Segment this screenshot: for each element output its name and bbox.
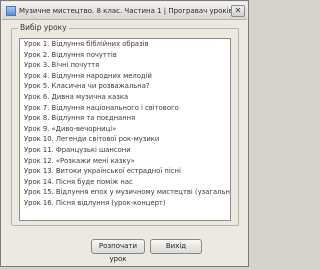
list-item[interactable]: Урок 3. Вічні почуття	[20, 60, 230, 71]
list-item[interactable]: Урок 10. Легенди світової рок-музики	[20, 134, 230, 145]
close-icon[interactable]: ✕	[231, 4, 245, 17]
list-item[interactable]: Урок 16. Пісня відлуння (урок-концерт)	[20, 198, 230, 209]
list-item[interactable]: Урок 14. Пісня буде поміж нас	[20, 177, 230, 188]
list-item[interactable]: Урок 1. Відлуння біблійних образів	[20, 39, 230, 50]
list-item[interactable]: Урок 9. «Диво-вечорниці»	[20, 124, 230, 135]
list-item[interactable]: Урок 7. Відлуння національного і світово…	[20, 103, 230, 114]
list-item[interactable]: Урок 12. «Розкажи мені казку»	[20, 156, 230, 167]
list-item[interactable]: Урок 15. Відлуння епох у музичному мисте…	[20, 187, 230, 198]
list-item[interactable]: Урок 6. Дивна музична казка	[20, 92, 230, 103]
window-title: Музичне мистецтво. 8 клас. Частина 1 | П…	[19, 6, 231, 15]
group-label: Вибір уроку	[18, 23, 69, 32]
list-item[interactable]: Урок 13. Витоки української естрадної пі…	[20, 166, 230, 177]
exit-button[interactable]: Вихід	[150, 239, 202, 254]
list-item[interactable]: Урок 2. Відлуння почуттів	[20, 50, 230, 61]
start-lesson-button[interactable]: Розпочати урок	[91, 239, 145, 263]
list-item[interactable]: Урок 5. Класична чи розважальна?	[20, 81, 230, 92]
list-item[interactable]: Урок 4. Відлуння народних мелодій	[20, 71, 230, 82]
app-icon	[6, 5, 16, 16]
title-bar[interactable]: Музичне мистецтво. 8 клас. Частина 1 | П…	[2, 2, 247, 20]
list-item[interactable]: Урок 8. Відлуння та поєднання	[20, 113, 230, 124]
list-item[interactable]: Урок 11. Французькі шансони	[20, 145, 230, 156]
lesson-list[interactable]: Урок 1. Відлуння біблійних образів Урок …	[19, 38, 231, 221]
lesson-picker-window: Музичне мистецтво. 8 клас. Частина 1 | П…	[0, 0, 249, 267]
lesson-selection-group: Вибір уроку Урок 1. Відлуння біблійних о…	[11, 23, 239, 226]
